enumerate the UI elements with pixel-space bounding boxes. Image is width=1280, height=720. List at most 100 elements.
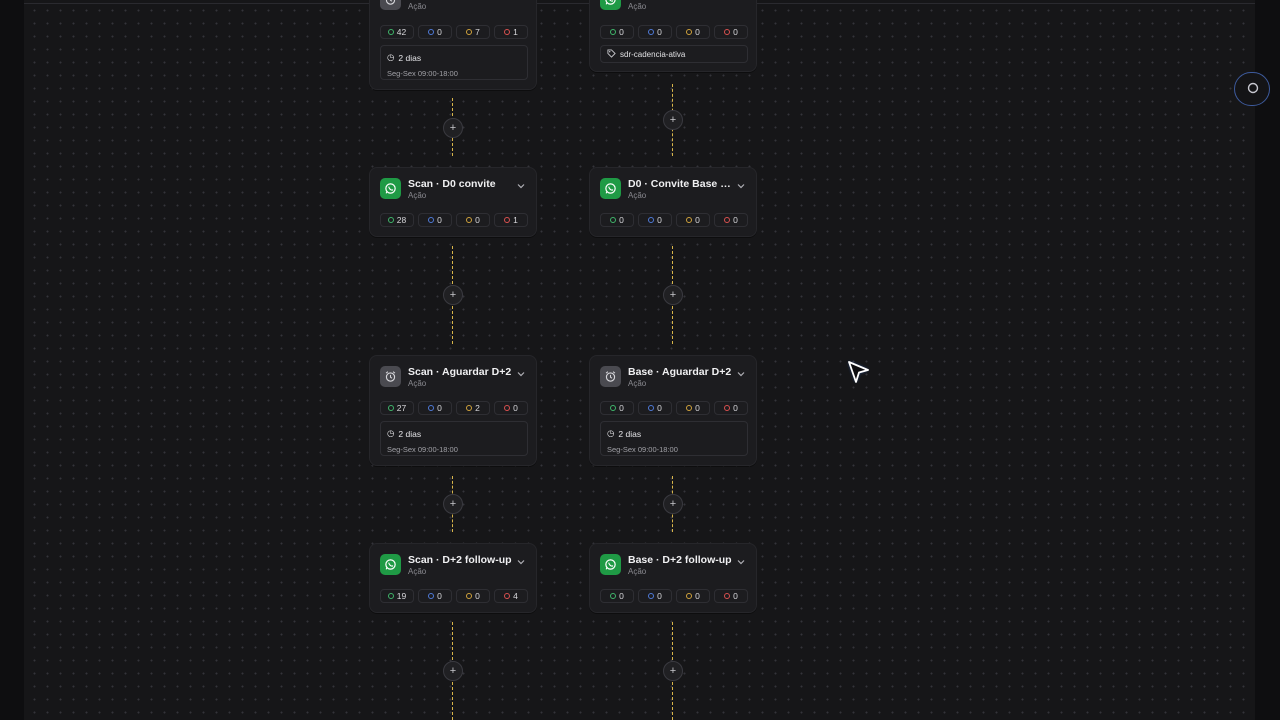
- pending-circle-icon: [466, 593, 473, 599]
- clock-circle-icon: [428, 29, 435, 35]
- check-circle-icon: [387, 217, 394, 223]
- node-title: D0 · Convite Base ver...: [628, 178, 732, 190]
- alarm-clock-icon: [600, 366, 621, 387]
- plus-icon: +: [449, 121, 457, 134]
- chevron-down-icon[interactable]: [516, 181, 526, 191]
- whatsapp-icon: [380, 178, 401, 199]
- add-step-button[interactable]: +: [663, 661, 683, 681]
- pending-circle-icon: [686, 29, 693, 35]
- x-circle-icon: [724, 217, 731, 223]
- stat-waiting: 0: [638, 401, 672, 415]
- alarm-clock-icon: [380, 0, 401, 10]
- stat-pending: 2: [456, 401, 490, 415]
- node-type-label: Ação: [408, 2, 427, 11]
- flow-node-card[interactable]: Ação 0 0 0 0 sdr-cadencia-ativa: [589, 0, 757, 72]
- tag-label: sdr-cadencia-ativa: [620, 49, 686, 59]
- stat-waiting: 0: [638, 213, 672, 227]
- node-title: Base · D+2 follow-up: [628, 554, 732, 566]
- mouse-pointer-icon: [848, 361, 869, 383]
- x-circle-icon: [504, 29, 511, 35]
- stat-failed: 1: [494, 25, 528, 39]
- whatsapp-icon: [380, 554, 401, 575]
- stat-pending: 0: [676, 213, 710, 227]
- stat-pending: 0: [456, 213, 490, 227]
- stat-waiting: 0: [418, 401, 452, 415]
- node-stats: 0 0 0 0: [600, 213, 748, 227]
- node-header: Base · D+2 follow-up Ação: [600, 554, 746, 576]
- plus-icon: +: [449, 664, 457, 677]
- chevron-down-icon[interactable]: [516, 369, 526, 379]
- wait-settings: ◷ 2 dias Seg-Sex 09:00-18:00: [380, 421, 528, 456]
- stat-waiting: 0: [638, 589, 672, 603]
- node-stats: 0 0 0 0: [600, 589, 748, 603]
- chevron-down-icon[interactable]: [736, 181, 746, 191]
- flow-node-card[interactable]: Scan · Aguardar D+2 Ação 27 0 2 0 ◷ 2 dia…: [369, 355, 537, 466]
- chevron-down-icon[interactable]: [516, 557, 526, 567]
- stat-waiting: 0: [418, 213, 452, 227]
- check-circle-icon: [610, 29, 617, 35]
- clock-circle-icon: [428, 405, 435, 411]
- chevron-down-icon[interactable]: [736, 369, 746, 379]
- flow-canvas[interactable]: + + + + + + + + Ação 42 0 7 1 ◷ 2 dias Se…: [24, 0, 1255, 720]
- node-title: Scan · D0 convite: [408, 178, 496, 190]
- wait-duration: 2 dias: [398, 428, 422, 439]
- flow-node-card[interactable]: D0 · Convite Base ver... Ação 0 0 0 0: [589, 167, 757, 237]
- search-icon[interactable]: [1234, 72, 1270, 106]
- alarm-clock-icon: [380, 366, 401, 387]
- stat-failed: 1: [494, 213, 528, 227]
- stat-success: 0: [600, 213, 634, 227]
- node-header: Scan · Aguardar D+2 Ação: [380, 366, 526, 388]
- pending-circle-icon: [686, 217, 693, 223]
- flow-node-card[interactable]: Scan · D+2 follow-up Ação 19 0 0 4: [369, 543, 537, 613]
- stat-failed: 0: [714, 589, 748, 603]
- wait-settings: ◷ 2 dias Seg-Sex 09:00-18:00: [600, 421, 748, 456]
- x-circle-icon: [724, 593, 731, 599]
- whatsapp-icon: [600, 178, 621, 199]
- node-header: Ação: [380, 0, 526, 11]
- flow-node-card[interactable]: Base · D+2 follow-up Ação 0 0 0 0: [589, 543, 757, 613]
- pending-circle-icon: [466, 217, 473, 223]
- wait-settings: ◷ 2 dias Seg-Sex 09:00-18:00: [380, 45, 528, 80]
- stat-pending: 0: [676, 25, 710, 39]
- flow-node-card[interactable]: Base · Aguardar D+2 Ação 0 0 0 0 ◷ 2 dias…: [589, 355, 757, 466]
- add-step-button[interactable]: +: [443, 494, 463, 514]
- clock-circle-icon: [648, 217, 655, 223]
- whatsapp-icon: [600, 0, 621, 10]
- node-title: Base · Aguardar D+2: [628, 366, 732, 378]
- x-circle-icon: [724, 405, 731, 411]
- wait-duration: 2 dias: [618, 428, 642, 439]
- node-stats: 27 0 2 0: [380, 401, 528, 415]
- whatsapp-icon: [600, 554, 621, 575]
- pending-circle-icon: [466, 29, 473, 35]
- add-step-button[interactable]: +: [443, 661, 463, 681]
- add-step-button[interactable]: +: [663, 110, 683, 130]
- node-header: Scan · D+2 follow-up Ação: [380, 554, 526, 576]
- add-step-button[interactable]: +: [663, 285, 683, 305]
- add-step-button[interactable]: +: [663, 494, 683, 514]
- stat-success: 19: [380, 589, 414, 603]
- node-stats: 28 0 0 1: [380, 213, 528, 227]
- clock-icon: ◷: [387, 52, 395, 62]
- node-header: Base · Aguardar D+2 Ação: [600, 366, 746, 388]
- node-stats: 42 0 7 1: [380, 25, 528, 39]
- chevron-down-icon[interactable]: [736, 557, 746, 567]
- tag-icon: [607, 48, 616, 60]
- stat-pending: 0: [456, 589, 490, 603]
- stat-success: 0: [600, 401, 634, 415]
- stat-failed: 0: [494, 401, 528, 415]
- stat-success: 0: [600, 589, 634, 603]
- add-step-button[interactable]: +: [443, 118, 463, 138]
- stat-pending: 0: [676, 589, 710, 603]
- window-edge: [1255, 0, 1280, 720]
- clock-circle-icon: [428, 593, 435, 599]
- flow-node-card[interactable]: Ação 42 0 7 1 ◷ 2 dias Seg-Sex 09:00-18:0…: [369, 0, 537, 90]
- node-stats: 0 0 0 0: [600, 401, 748, 415]
- node-type-label: Ação: [628, 2, 647, 11]
- clock-circle-icon: [648, 593, 655, 599]
- flow-node-card[interactable]: Scan · D0 convite Ação 28 0 0 1: [369, 167, 537, 237]
- add-step-button[interactable]: +: [443, 285, 463, 305]
- node-title: Scan · Aguardar D+2: [408, 366, 512, 378]
- stat-success: 42: [380, 25, 414, 39]
- plus-icon: +: [449, 497, 457, 510]
- stat-waiting: 0: [418, 25, 452, 39]
